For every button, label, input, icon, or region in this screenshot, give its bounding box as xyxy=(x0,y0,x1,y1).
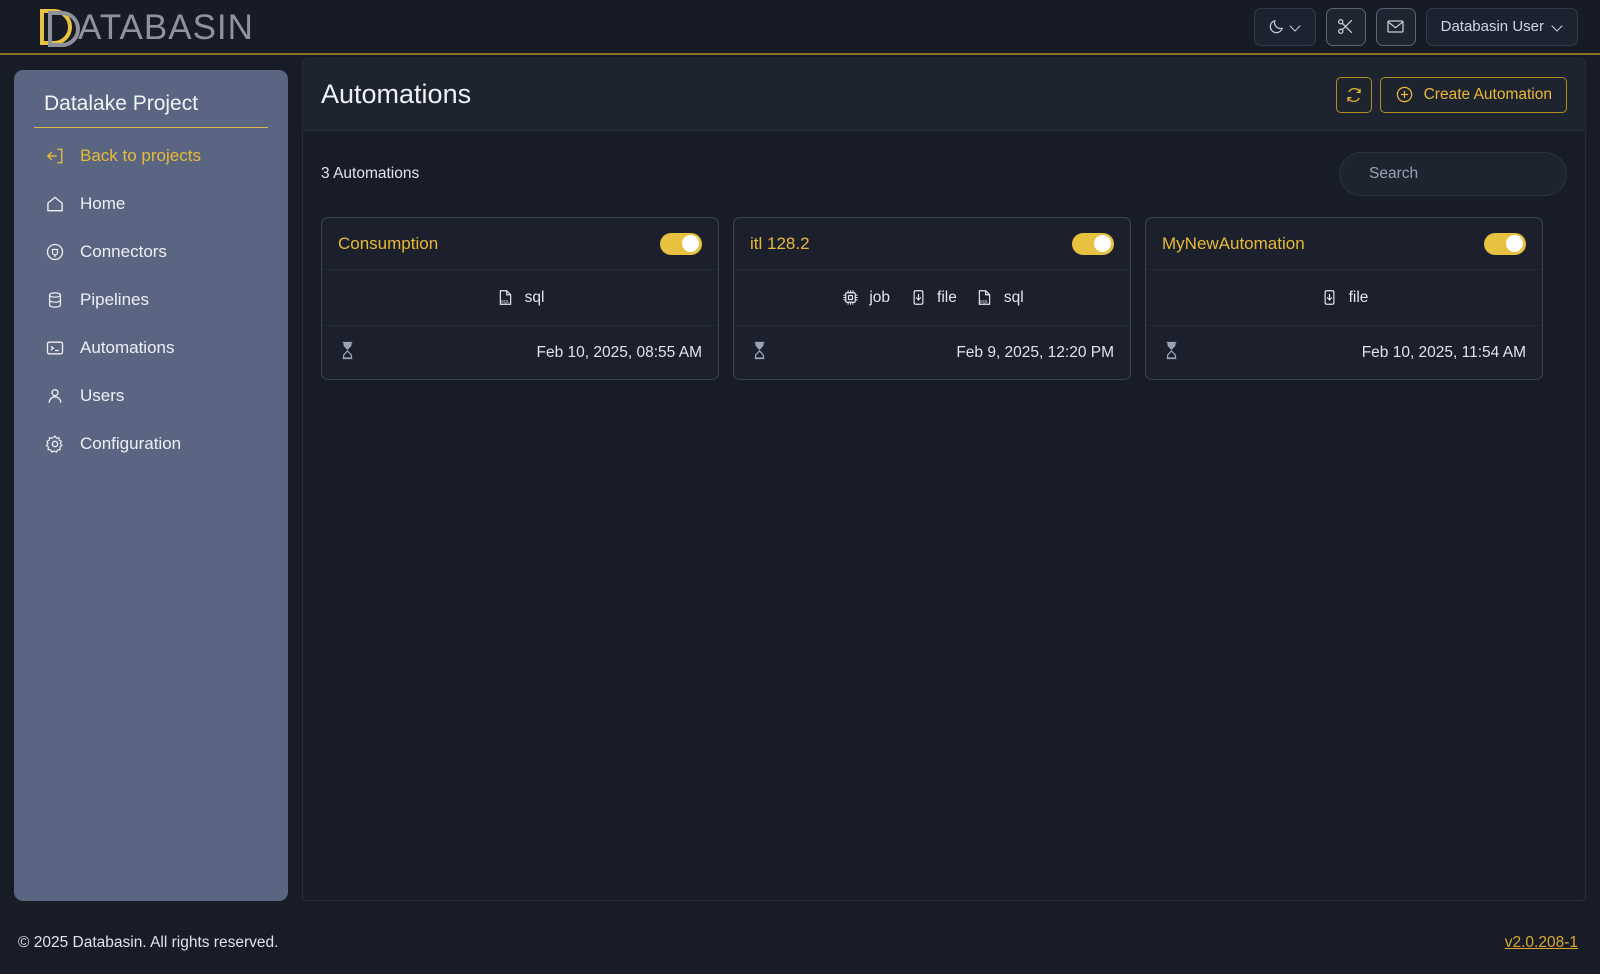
create-automation-button[interactable]: Create Automation xyxy=(1379,76,1567,113)
automation-card-list: Consumption SQL sql Feb 10, 2025, 08:55 … xyxy=(303,217,1585,380)
automation-enabled-toggle[interactable] xyxy=(660,232,702,255)
automation-enabled-toggle[interactable] xyxy=(1072,232,1114,255)
list-toolbar: 3 Automations xyxy=(303,131,1585,217)
copyright-text: © 2025 Databasin. All rights reserved. xyxy=(18,934,279,951)
home-icon xyxy=(44,193,66,215)
chip-icon xyxy=(840,288,860,308)
refresh-button[interactable] xyxy=(1335,76,1372,113)
sidebar-item-automations[interactable]: Automations xyxy=(34,328,268,368)
refresh-icon xyxy=(1346,87,1361,102)
sql-file-icon: SQL xyxy=(975,288,995,308)
automation-date: Feb 10, 2025, 08:55 AM xyxy=(536,343,702,361)
envelope-icon xyxy=(1387,20,1404,33)
automation-card[interactable]: MyNewAutomation file Feb 10, 2025, 11:54… xyxy=(1145,217,1543,380)
hourglass-icon xyxy=(750,340,769,366)
user-menu-button[interactable]: Databasin User xyxy=(1425,7,1578,46)
sidebar-item-label: Automations xyxy=(80,338,175,357)
card-footer: Feb 10, 2025, 11:54 AM xyxy=(1146,325,1542,379)
footer: © 2025 Databasin. All rights reserved. v… xyxy=(0,912,1600,974)
automation-count: 3 Automations xyxy=(321,165,420,182)
main-panel: Automations Create Automation 3 Automati… xyxy=(302,58,1586,901)
sidebar-item-configuration[interactable]: Configuration xyxy=(34,424,268,464)
plus-circle-icon xyxy=(1396,86,1412,103)
sidebar-item-label: Pipelines xyxy=(80,290,149,309)
app-logo[interactable]: ATABASIN xyxy=(32,4,264,50)
search-box[interactable] xyxy=(1339,152,1569,196)
sidebar-item-home[interactable]: Home xyxy=(34,184,268,224)
automation-card[interactable]: itl 128.2 job file SQL sql Feb 9, 2025, … xyxy=(733,217,1131,380)
download-box-icon xyxy=(908,288,928,308)
svg-text:SQL: SQL xyxy=(501,299,510,304)
svg-text:ATABASIN: ATABASIN xyxy=(78,8,254,47)
tag-label: file xyxy=(1348,288,1369,306)
mail-button[interactable] xyxy=(1375,7,1416,46)
tag-sql: SQL sql xyxy=(496,288,545,308)
card-tags: SQL sql xyxy=(322,270,718,325)
card-tags: file xyxy=(1146,270,1542,325)
plug-circle-icon xyxy=(44,241,66,263)
user-menu-label: Databasin User xyxy=(1440,18,1544,35)
sidebar: Datalake Project Back to projects Home C… xyxy=(14,70,288,901)
card-footer: Feb 10, 2025, 08:55 AM xyxy=(322,325,718,379)
svg-text:SQL: SQL xyxy=(980,299,989,304)
automation-title: MyNewAutomation xyxy=(1162,233,1305,253)
logout-arrow-icon xyxy=(44,145,66,167)
chevron-down-icon xyxy=(1291,22,1301,32)
sidebar-item-label: Back to projects xyxy=(80,146,201,165)
card-header: itl 128.2 xyxy=(734,218,1130,270)
project-title: Datalake Project xyxy=(34,92,268,128)
tag-label: sql xyxy=(1003,288,1024,306)
tag-file: file xyxy=(908,288,957,308)
page-title: Automations xyxy=(321,79,472,109)
tag-label: sql xyxy=(524,288,545,306)
card-tags: job file SQL sql xyxy=(734,270,1130,325)
automation-enabled-toggle[interactable] xyxy=(1484,232,1526,255)
sidebar-item-connectors[interactable]: Connectors xyxy=(34,232,268,272)
card-header: Consumption xyxy=(322,218,718,270)
sql-file-icon: SQL xyxy=(496,288,516,308)
sidebar-item-label: Users xyxy=(80,386,125,405)
automation-title: itl 128.2 xyxy=(750,233,810,253)
scissors-icon xyxy=(1338,19,1353,34)
main-header: Automations Create Automation xyxy=(303,59,1585,131)
moon-icon xyxy=(1269,19,1284,34)
tools-button[interactable] xyxy=(1325,7,1366,46)
top-bar: ATABASIN Databasin User xyxy=(0,0,1600,55)
tag-file: file xyxy=(1320,288,1369,308)
sidebar-item-pipelines[interactable]: Pipelines xyxy=(34,280,268,320)
sidebar-item-back-to-projects[interactable]: Back to projects xyxy=(34,136,268,176)
automation-title: Consumption xyxy=(338,233,439,253)
download-box-icon xyxy=(1320,288,1340,308)
version-link[interactable]: v2.0.208-1 xyxy=(1505,934,1578,952)
create-automation-label: Create Automation xyxy=(1423,85,1552,103)
card-header: MyNewAutomation xyxy=(1146,218,1542,270)
database-icon xyxy=(44,289,66,311)
tag-label: job xyxy=(869,288,891,306)
automation-date: Feb 9, 2025, 12:20 PM xyxy=(956,343,1114,361)
sidebar-item-users[interactable]: Users xyxy=(34,376,268,416)
topbar-actions: Databasin User xyxy=(1253,7,1578,46)
header-actions: Create Automation xyxy=(1335,76,1567,113)
sidebar-item-label: Home xyxy=(80,194,126,213)
tag-label: file xyxy=(937,288,957,306)
automation-date: Feb 10, 2025, 11:54 AM xyxy=(1361,343,1526,361)
chevron-down-icon xyxy=(1553,22,1563,32)
user-icon xyxy=(44,385,66,407)
automation-card[interactable]: Consumption SQL sql Feb 10, 2025, 08:55 … xyxy=(321,217,719,380)
sidebar-item-label: Connectors xyxy=(80,242,167,261)
search-input[interactable] xyxy=(1369,165,1569,183)
tag-sql: SQL sql xyxy=(975,288,1024,308)
sidebar-item-label: Configuration xyxy=(80,434,182,453)
terminal-icon xyxy=(44,337,66,359)
hourglass-icon xyxy=(1162,340,1181,366)
theme-toggle-button[interactable] xyxy=(1253,7,1316,46)
gear-icon xyxy=(44,433,66,455)
card-footer: Feb 9, 2025, 12:20 PM xyxy=(734,325,1130,379)
hourglass-icon xyxy=(338,340,357,366)
tag-job: job xyxy=(840,288,890,308)
